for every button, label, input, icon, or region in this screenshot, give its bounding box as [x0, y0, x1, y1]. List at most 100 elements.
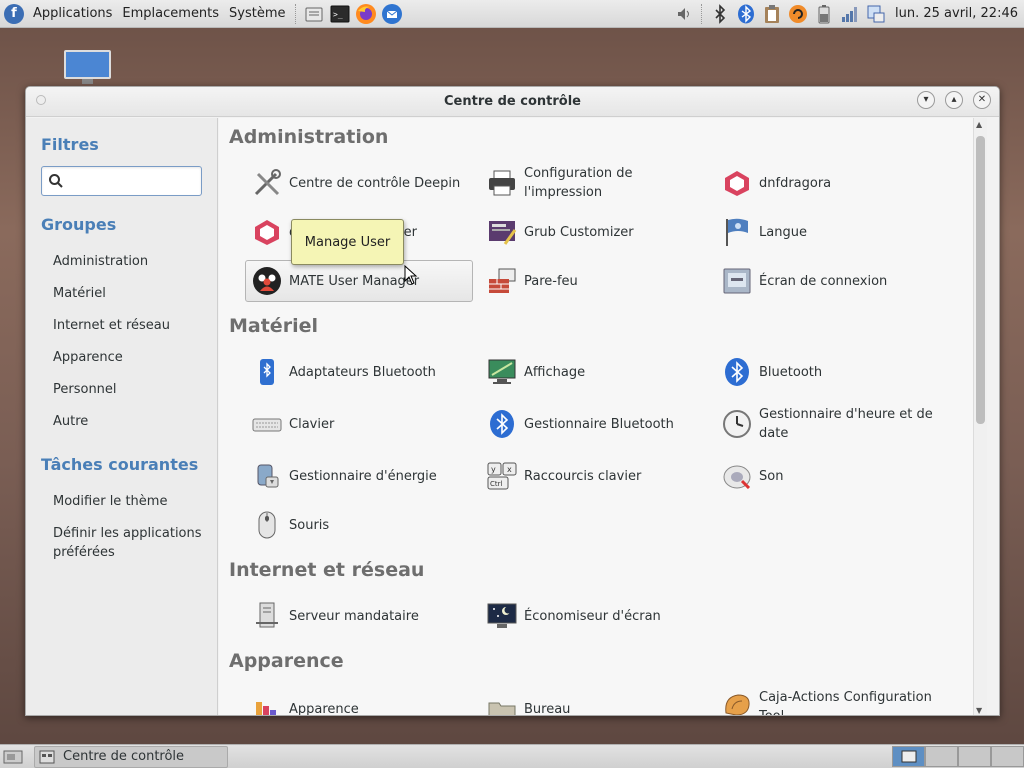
network-signal-icon[interactable]: [840, 4, 860, 24]
tooltip: Manage User: [291, 219, 404, 265]
item-print-config[interactable]: Configuration de l'impression: [480, 162, 708, 204]
window-titlebar[interactable]: Centre de contrôle ▾ ▴ ✕: [26, 87, 999, 117]
minimize-button[interactable]: ▾: [917, 91, 935, 109]
item-langue[interactable]: Langue: [715, 211, 943, 253]
item-mate-user-manager[interactable]: MATE User Manager: [245, 260, 473, 302]
show-desktop-icon[interactable]: [2, 746, 24, 768]
item-gestionnaire-bluetooth[interactable]: Gestionnaire Bluetooth: [480, 403, 708, 445]
workspace-3[interactable]: [958, 746, 991, 767]
fedora-logo-icon[interactable]: f: [4, 3, 24, 24]
item-affichage[interactable]: Affichage: [480, 351, 708, 393]
item-deepin-control-center[interactable]: Centre de contrôle Deepin: [245, 162, 473, 204]
item-ecran-connexion[interactable]: Écran de connexion: [715, 260, 943, 302]
item-raccourcis-clavier[interactable]: y x Ctrl Raccourcis clavier: [480, 455, 708, 497]
item-label: Caja-Actions Configuration Tool: [759, 690, 932, 715]
content-scrollbar[interactable]: ▲ ▼: [973, 118, 987, 715]
menu-systeme[interactable]: Système: [224, 0, 290, 28]
package-icon: [721, 167, 753, 199]
bluetooth-adapter-icon: [251, 356, 283, 388]
updates-icon[interactable]: [788, 4, 808, 24]
item-gestionnaire-energie[interactable]: Gestionnaire d'énergie: [245, 455, 473, 497]
item-pare-feu[interactable]: Pare-feu: [480, 260, 708, 302]
task-link-modify-theme[interactable]: Modifier le thème: [53, 492, 208, 511]
bluetooth-blue-tray-icon[interactable]: [736, 4, 756, 24]
item-caja-actions[interactable]: Caja-Actions Configuration Tool: [715, 684, 943, 715]
monitor-keyboard-icon[interactable]: [866, 4, 886, 24]
close-button[interactable]: ✕: [973, 91, 991, 109]
item-souris[interactable]: Souris: [245, 504, 473, 546]
item-label: Apparence: [289, 701, 359, 716]
item-label: Gestionnaire d'énergie: [289, 468, 437, 484]
caja-actions-icon: [721, 688, 753, 715]
item-clavier[interactable]: Clavier: [245, 403, 473, 445]
volume-icon[interactable]: [674, 4, 694, 24]
group-link-materiel[interactable]: Matériel: [53, 284, 208, 303]
group-link-internet[interactable]: Internet et réseau: [53, 316, 208, 335]
thunderbird-launcher-icon[interactable]: [381, 3, 403, 25]
file-manager-launcher-icon[interactable]: [303, 3, 325, 25]
item-heure-date[interactable]: Gestionnaire d'heure et de date: [715, 403, 943, 445]
panel-separator: [294, 3, 297, 24]
workspace-1[interactable]: [892, 746, 925, 767]
battery-icon[interactable]: [814, 4, 834, 24]
window-menu-icon[interactable]: [36, 95, 46, 105]
item-grub-customizer[interactable]: Grub Customizer: [480, 211, 708, 253]
control-center-task-icon: [39, 750, 55, 763]
item-bureau[interactable]: Bureau: [480, 688, 708, 715]
scroll-up-arrow-icon[interactable]: ▲: [976, 120, 982, 129]
item-label: Configuration de l'impression: [524, 166, 633, 200]
desktop-computer-icon[interactable]: [64, 50, 111, 84]
bottom-panel: Centre de contrôle: [0, 744, 1024, 768]
item-label: Écran de connexion: [759, 273, 888, 289]
group-link-apparence[interactable]: Apparence: [53, 348, 208, 367]
proxy-server-icon: [251, 600, 283, 632]
workspace-4[interactable]: [991, 746, 1024, 767]
package-updater-icon: [251, 216, 283, 248]
menu-applications[interactable]: Applications: [28, 0, 117, 28]
search-field[interactable]: [41, 166, 202, 196]
item-label: Serveur mandataire: [289, 608, 419, 624]
firefox-launcher-icon[interactable]: [355, 3, 377, 25]
group-link-autre[interactable]: Autre: [53, 412, 208, 431]
menu-emplacements[interactable]: Emplacements: [117, 0, 224, 28]
item-adaptateurs-bluetooth[interactable]: Adaptateurs Bluetooth: [245, 351, 473, 393]
item-label: Clavier: [289, 416, 335, 432]
scroll-thumb[interactable]: [976, 136, 985, 424]
group-link-personnel[interactable]: Personnel: [53, 380, 208, 399]
workspace-switcher[interactable]: [892, 746, 1024, 767]
tasks-heading: Tâches courantes: [41, 455, 199, 474]
section-title-internet: Internet et réseau: [229, 559, 425, 581]
item-serveur-mandataire[interactable]: Serveur mandataire: [245, 595, 473, 637]
top-panel: f Applications Emplacements Système >_ l…: [0, 0, 1024, 28]
bluetooth-icon: [721, 356, 753, 388]
group-link-administration[interactable]: Administration: [53, 252, 208, 271]
terminal-launcher-icon[interactable]: >_: [329, 3, 351, 25]
item-bluetooth[interactable]: Bluetooth: [715, 351, 943, 393]
item-son[interactable]: Son: [715, 455, 943, 497]
bluetooth-tray-icon[interactable]: [710, 3, 730, 24]
item-label: Centre de contrôle Deepin: [289, 175, 461, 191]
workspace-2[interactable]: [925, 746, 958, 767]
mouse-icon: [251, 509, 283, 541]
clipboard-icon[interactable]: [762, 4, 782, 24]
section-title-materiel: Matériel: [229, 315, 318, 337]
bluetooth-manager-icon: [486, 408, 518, 440]
scroll-down-arrow-icon[interactable]: ▼: [976, 706, 982, 715]
item-apparence[interactable]: Apparence: [245, 688, 473, 716]
clock[interactable]: lun. 25 avril, 22:46: [889, 6, 1024, 21]
item-label: Raccourcis clavier: [524, 468, 642, 484]
item-dnfdragora[interactable]: dnfdragora: [715, 162, 943, 204]
svg-text:x: x: [507, 465, 512, 474]
taskbar-item-control-center[interactable]: Centre de contrôle: [34, 745, 228, 768]
search-input[interactable]: [68, 170, 196, 192]
firewall-icon: [486, 265, 518, 297]
tools-icon: [251, 167, 283, 199]
item-economiseur-ecran[interactable]: Économiseur d'écran: [480, 595, 708, 637]
task-link-preferred-apps[interactable]: Définir les applications préférées: [53, 524, 208, 562]
taskbar-item-label: Centre de contrôle: [63, 749, 185, 764]
item-label: Adaptateurs Bluetooth: [289, 364, 436, 380]
sidebar: Filtres Groupes Administration Matériel …: [26, 118, 218, 715]
maximize-button[interactable]: ▴: [945, 91, 963, 109]
section-title-administration: Administration: [229, 126, 389, 148]
svg-text:>_: >_: [333, 10, 343, 19]
